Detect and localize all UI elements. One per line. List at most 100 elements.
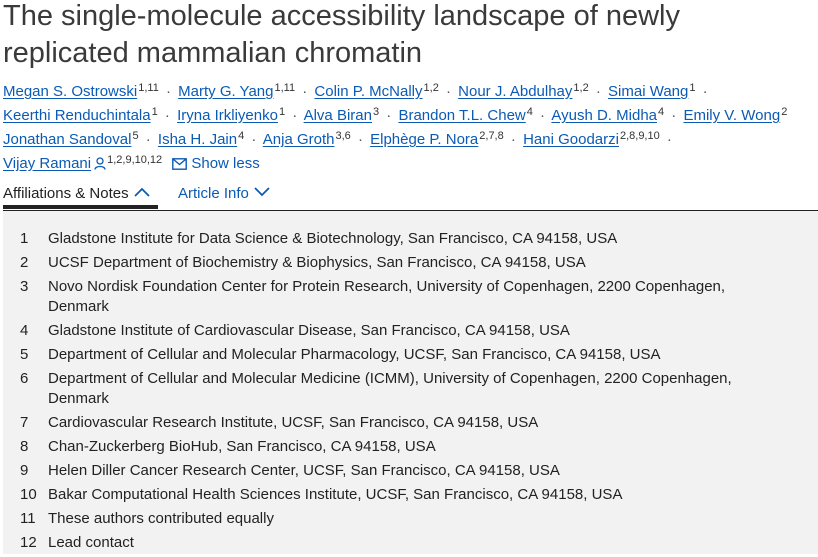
author-link[interactable]: Nour J. Abdulhay [458, 83, 572, 100]
author-affiliation-sup: 4 [658, 106, 665, 118]
author-separator: · [702, 83, 708, 100]
affiliation-text: Department of Cellular and Molecular Med… [48, 370, 732, 407]
affiliation-item: 9 Helen Diller Cancer Research Center, UC… [3, 461, 818, 481]
author-link[interactable]: Jonathan Sandoval [3, 131, 131, 148]
affiliation-item: 12 Lead contact [3, 533, 818, 553]
article-title: The single-molecule accessibility landsc… [3, 0, 680, 69]
affiliation-number: 3 [20, 278, 29, 295]
author-affiliation-sup: 4 [238, 130, 245, 142]
author-link[interactable]: Elphège P. Nora [370, 131, 478, 148]
affiliations-list: 1 Gladstone Institute for Data Science & … [3, 229, 818, 557]
affiliation-number: 12 [20, 534, 37, 551]
author-affiliation-sup: 1,11 [274, 82, 296, 94]
affiliation-item: 5 Department of Cellular and Molecular Ph… [3, 345, 818, 365]
author-link[interactable]: Megan S. Ostrowski [3, 83, 137, 100]
author-separator: · [251, 131, 257, 148]
affiliation-number: 8 [20, 438, 29, 455]
author-separator: · [165, 83, 171, 100]
author-link[interactable]: Hani Goodarzi [523, 131, 619, 148]
affiliation-number: 1 [20, 230, 29, 247]
affiliation-number: 11 [20, 510, 36, 527]
author-separator: · [386, 107, 392, 124]
affiliation-item: 2 UCSF Department of Biochemistry & Bioph… [3, 253, 818, 273]
chevron-down-icon [254, 183, 270, 203]
author-affiliation-sup: 3,6 [335, 130, 351, 142]
show-less-button[interactable]: Show less [172, 155, 260, 172]
author-link[interactable]: Isha H. Jain [158, 131, 237, 148]
author-affiliation-sup: 1,11 [138, 82, 159, 94]
affiliation-number: 7 [20, 414, 29, 431]
affiliation-item: 11 These authors contributed equally [3, 509, 818, 529]
affiliation-item: 6 Department of Cellular and Molecular Me… [3, 369, 818, 409]
affiliation-text: Department of Cellular and Molecular Pha… [48, 346, 661, 363]
author-separator: · [671, 107, 677, 124]
author-separator: · [595, 83, 601, 100]
tab-article-info-label: Article Info [178, 185, 249, 202]
author-line: Keerthi Renduchintala1 · Iryna Irkliyenk… [3, 100, 818, 124]
author-affiliation-sup: 2,8,9,10 [619, 130, 660, 142]
affiliations-panel: 1 Gladstone Institute for Data Science & … [3, 211, 818, 554]
author-affiliation-sup: 3 [372, 106, 380, 118]
show-less-label: Show less [191, 155, 260, 172]
affiliation-text: These authors contributed equally [48, 510, 274, 527]
affiliation-text: UCSF Department of Biochemistry & Biophy… [48, 254, 586, 271]
author-separator: · [445, 83, 451, 100]
affiliation-number: 2 [20, 254, 29, 271]
chevron-up-icon [133, 183, 150, 203]
author-link[interactable]: Ayush D. Midha [551, 107, 657, 124]
author-link[interactable]: Iryna Irkliyenko [177, 107, 278, 124]
author-separator: · [164, 107, 170, 124]
author-link[interactable]: Emily V. Wong [683, 107, 780, 124]
affiliation-number: 10 [20, 486, 37, 503]
author-link[interactable]: Alva Biran [304, 107, 372, 124]
author-affiliation-sup: 1,2 [423, 82, 439, 94]
tab-article-info[interactable]: Article Info [178, 183, 270, 204]
author-affiliation-sup: 1,2,9,10,12 [107, 154, 163, 166]
affiliation-item: 7 Cardiovascular Research Institute, UCSF… [3, 413, 818, 433]
author-affiliation-sup: 1 [278, 106, 286, 118]
author-separator: · [292, 107, 298, 124]
affiliation-number: 6 [20, 370, 29, 387]
affiliation-number: 5 [20, 346, 29, 363]
author-separator: · [540, 107, 546, 124]
affiliation-item: 8 Chan-Zuckerberg BioHub, San Francisco, … [3, 437, 818, 457]
author-link[interactable]: Vijay Ramani [3, 155, 91, 172]
author-affiliation-sup: 1 [151, 106, 158, 118]
author-affiliation-sup: 5 [132, 130, 139, 142]
author-affiliation-sup: 2 [781, 106, 788, 118]
author-link[interactable]: Brandon T.L. Chew [398, 107, 525, 124]
author-separator: · [510, 131, 516, 148]
affiliation-text: Helen Diller Cancer Research Center, UCS… [48, 462, 560, 479]
affiliation-text: Gladstone Institute of Cardiovascular Di… [48, 322, 570, 339]
author-affiliation-sup: 1 [689, 82, 696, 94]
person-icon [94, 154, 106, 178]
author-affiliation-sup: 4 [526, 106, 533, 118]
affiliation-item: 10 Bakar Computational Health Sciences In… [3, 485, 818, 505]
affiliation-text: Lead contact [48, 534, 134, 551]
affiliation-number: 9 [20, 462, 29, 479]
author-link[interactable]: Colin P. McNally [314, 83, 422, 100]
author-link[interactable]: Keerthi Renduchintala [3, 107, 151, 124]
affiliation-item: 1 Gladstone Institute for Data Science & … [3, 229, 818, 249]
affiliation-text: Gladstone Institute for Data Science & B… [48, 230, 618, 247]
author-line: Megan S. Ostrowski1,11 · Marty G. Yang1,… [3, 76, 818, 100]
author-separator: · [145, 131, 151, 148]
author-list: Megan S. Ostrowski1,11 · Marty G. Yang1,… [3, 76, 818, 172]
author-separator: · [666, 131, 672, 148]
affiliation-item: 4 Gladstone Institute of Cardiovascular D… [3, 321, 818, 341]
tab-affiliations-notes[interactable]: Affiliations & Notes [3, 183, 150, 204]
author-affiliation-sup: 1,2 [573, 82, 589, 94]
active-tab-indicator [3, 205, 158, 209]
author-separator: · [302, 83, 308, 100]
author-affiliation-sup: 2,7,8 [479, 130, 504, 142]
author-link[interactable]: Anja Groth [263, 131, 335, 148]
author-link[interactable]: Marty G. Yang [178, 83, 273, 100]
affiliation-text: Bakar Computational Health Sciences Inst… [48, 486, 623, 503]
affiliation-text: Chan-Zuckerberg BioHub, San Francisco, C… [48, 438, 436, 455]
affiliation-text: Cardiovascular Research Institute, UCSF,… [48, 414, 539, 431]
affiliation-number: 4 [20, 322, 29, 339]
author-link[interactable]: Simai Wang [608, 83, 688, 100]
author-separator: · [357, 131, 363, 148]
author-line: Vijay Ramani 1,2,9,10,12 Show less [3, 148, 818, 172]
affiliation-item: 3 Novo Nordisk Foundation Center for Prot… [3, 277, 818, 317]
